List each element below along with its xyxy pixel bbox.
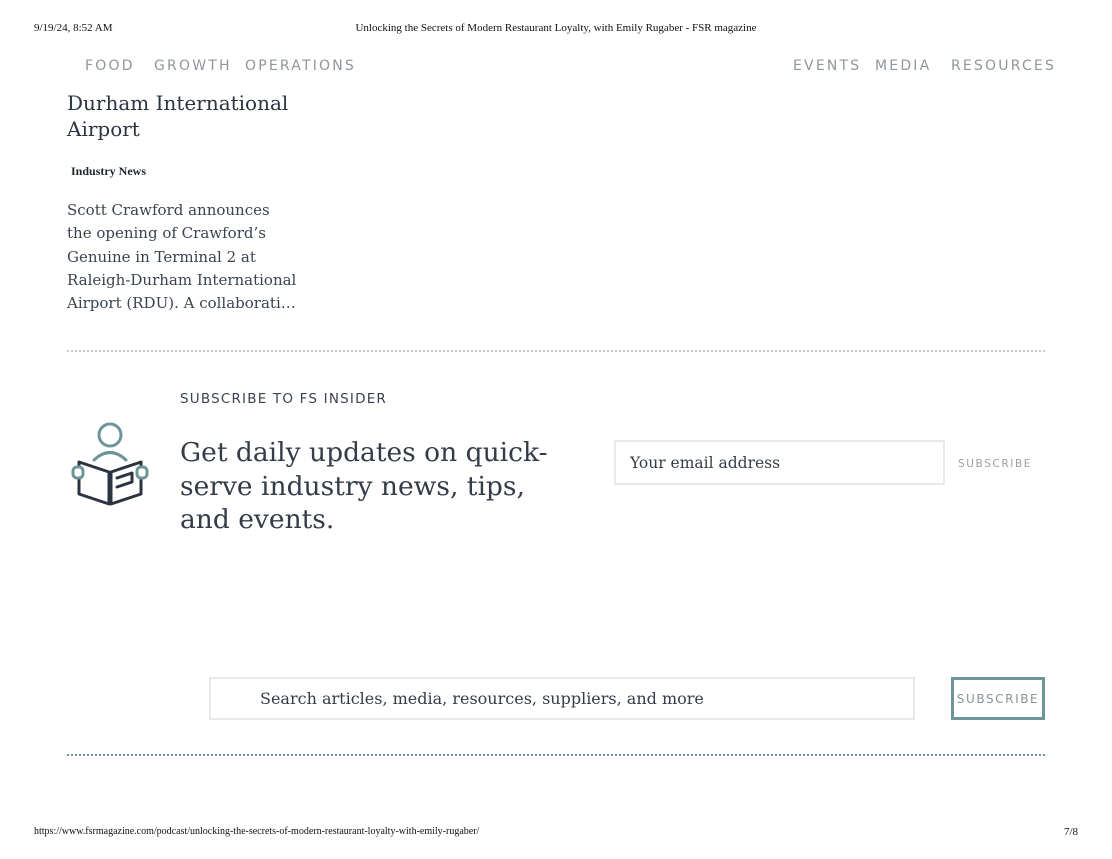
article-excerpt: Scott Crawford announces the opening of …: [67, 201, 297, 313]
nav-events[interactable]: EVENTS: [793, 58, 861, 74]
email-field[interactable]: [614, 440, 945, 485]
subscribe-text: Get daily updates on quick-serve industr…: [180, 437, 548, 535]
nav-growth[interactable]: GROWTH: [154, 58, 232, 74]
nav-operations[interactable]: OPERATIONS: [245, 58, 356, 74]
print-url: https://www.fsrmagazine.com/podcast/unlo…: [34, 826, 480, 837]
print-page-number: 7/8: [1063, 826, 1078, 838]
reader-icon: [71, 422, 149, 506]
article-title[interactable]: Durham International Airport: [67, 90, 317, 142]
footer-divider: [67, 754, 1045, 756]
search-subscribe-button[interactable]: SUBSCRIBE: [951, 677, 1045, 720]
nav-food[interactable]: FOOD: [85, 58, 135, 74]
subscribe-heading: SUBSCRIBE TO FS INSIDER: [180, 391, 388, 407]
nav-resources[interactable]: RESOURCES: [951, 58, 1056, 74]
page: 9/19/24, 8:52 AM Unlocking the Secrets o…: [0, 0, 1112, 859]
print-title: Unlocking the Secrets of Modern Restaura…: [355, 22, 757, 34]
search-input[interactable]: [209, 677, 915, 720]
subscribe-button[interactable]: SUBSCRIBE: [958, 454, 1032, 474]
article-category[interactable]: Industry News: [71, 164, 146, 179]
main-nav: FOOD GROWTH OPERATIONS EVENTS MEDIA RESO…: [0, 58, 1112, 80]
section-divider: [67, 350, 1045, 352]
nav-media[interactable]: MEDIA: [875, 58, 931, 74]
